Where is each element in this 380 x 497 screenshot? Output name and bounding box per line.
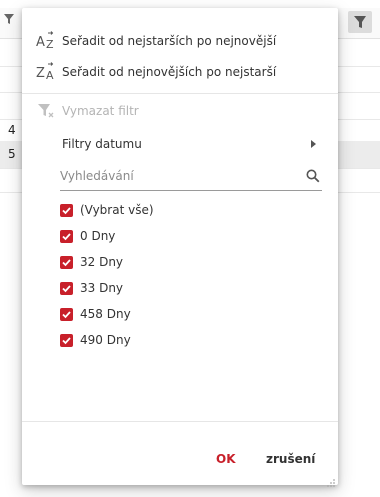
- checkbox-checked-icon[interactable]: [60, 307, 73, 321]
- checklist-item[interactable]: 0 Dny: [60, 226, 310, 246]
- svg-text:A: A: [36, 35, 45, 50]
- sort-za-icon: Z A: [36, 62, 56, 82]
- checkbox-checked-icon[interactable]: [60, 255, 73, 269]
- checklist-item[interactable]: 490 Dny: [60, 330, 310, 350]
- clear-filter-label: Vymazat filtr: [62, 104, 139, 118]
- checklist-item-label: 32 Dny: [80, 255, 124, 269]
- checklist-item-label: 490 Dny: [80, 333, 131, 347]
- checklist-item-label: 0 Dny: [80, 229, 116, 243]
- row-number: 5: [8, 147, 16, 161]
- checklist-item[interactable]: 32 Dny: [60, 252, 310, 272]
- checklist-item-label: 33 Dny: [80, 281, 124, 295]
- clear-filter-item[interactable]: Vymazat filtr: [22, 98, 338, 124]
- footer-divider: [22, 421, 338, 422]
- checklist-item[interactable]: 458 Dny: [60, 304, 310, 324]
- svg-text:Z: Z: [36, 66, 45, 81]
- sort-ascending-label: Seřadit od nejstarších po nejnovější: [62, 34, 277, 48]
- checkbox-checked-icon[interactable]: [60, 281, 73, 295]
- resize-grip-icon[interactable]: [326, 473, 336, 487]
- chevron-right-icon: [311, 140, 316, 148]
- date-filters-item[interactable]: Filtry datumu: [22, 131, 338, 157]
- cancel-button[interactable]: zrušení: [262, 450, 319, 468]
- row-number: 4: [8, 123, 16, 137]
- checkbox-checked-icon[interactable]: [60, 333, 73, 347]
- filter-popup: A Z Seřadit od nejstarších po nejnovější…: [22, 8, 338, 487]
- clear-filter-icon: [36, 101, 56, 121]
- sort-descending-item[interactable]: Z A Seřadit od nejnovějších po nejstarší: [22, 59, 338, 85]
- svg-text:A: A: [46, 69, 54, 82]
- checklist-item[interactable]: (Vybrat vše): [60, 200, 310, 220]
- sort-descending-label: Seřadit od nejnovějších po nejstarší: [62, 65, 277, 79]
- search-icon[interactable]: [306, 168, 322, 184]
- column-filter-icon[interactable]: [2, 12, 20, 30]
- checklist-item[interactable]: 33 Dny: [60, 278, 310, 298]
- svg-text:Z: Z: [46, 38, 54, 51]
- search-input[interactable]: [60, 164, 296, 188]
- menu-divider: [22, 93, 338, 94]
- ok-button[interactable]: OK: [212, 450, 240, 468]
- checkbox-checked-icon[interactable]: [60, 229, 73, 243]
- checklist-item-label: (Vybrat vše): [80, 203, 154, 217]
- checklist-item-label: 458 Dny: [80, 307, 131, 321]
- date-filters-label: Filtry datumu: [62, 137, 142, 151]
- sort-ascending-item[interactable]: A Z Seřadit od nejstarších po nejnovější: [22, 28, 338, 54]
- sort-az-icon: A Z: [36, 31, 56, 51]
- search-field[interactable]: [60, 164, 322, 191]
- checkbox-checked-icon[interactable]: [60, 203, 73, 217]
- column-filter-button-active[interactable]: [348, 11, 372, 33]
